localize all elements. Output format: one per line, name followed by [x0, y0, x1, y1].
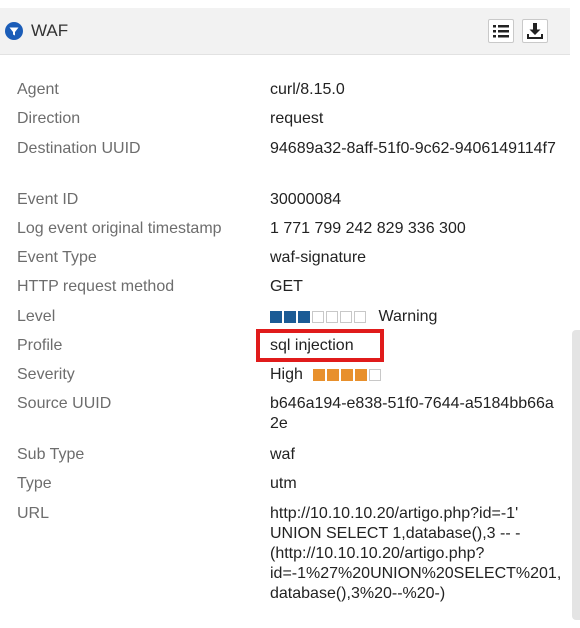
field-value: curl/8.15.0 — [270, 81, 345, 98]
severity-segment — [369, 368, 382, 381]
field-value: waf — [270, 446, 295, 463]
level-segment — [326, 310, 338, 323]
severity-segment — [313, 368, 326, 381]
level-segment — [340, 310, 352, 323]
field-label: Type — [17, 475, 52, 492]
level-segment — [312, 310, 324, 323]
field-value: waf-signature — [270, 249, 367, 266]
filter-icon — [5, 22, 23, 40]
field-label: Event Type — [17, 249, 97, 266]
field-value: GET — [270, 278, 303, 295]
field-label: Sub Type — [17, 446, 85, 463]
list-view-button[interactable] — [488, 19, 514, 43]
severity-segment — [355, 368, 368, 381]
url-value: http://10.10.10.20/artigo.php?id=-1' UNI… — [270, 505, 562, 602]
level-segment — [354, 310, 366, 323]
field-label: Severity — [17, 366, 75, 383]
field-label: Source UUID — [17, 395, 112, 412]
field-label: Profile — [17, 337, 63, 354]
download-button[interactable] — [522, 19, 548, 43]
level-segment — [270, 310, 282, 323]
field-value: utm — [270, 475, 297, 492]
field-label: URL — [17, 505, 50, 522]
level-text: Warning — [378, 308, 438, 325]
level-indicator — [270, 307, 368, 327]
field-value: 94689a32-8aff-51f0-9c62-9406149114f7 — [270, 140, 556, 157]
severity-text: High — [270, 366, 303, 383]
field-value: b646a194-e838-51f0-7644-a5184bb66a2e — [270, 395, 554, 432]
field-label: Direction — [17, 110, 81, 127]
severity-value: High — [270, 365, 562, 385]
severity-segment — [341, 368, 354, 381]
field-label: HTTP request method — [17, 278, 175, 295]
download-icon — [527, 23, 543, 39]
severity-indicator — [313, 365, 383, 385]
field-label: Level — [17, 308, 56, 325]
field-value: request — [270, 110, 324, 127]
profile-highlight-annotation — [256, 329, 384, 362]
field-label: Event ID — [17, 191, 79, 208]
level-segment — [298, 310, 310, 323]
field-label: Destination UUID — [17, 140, 141, 157]
scrollbar-thumb[interactable] — [572, 330, 580, 620]
list-icon — [493, 25, 509, 38]
level-value: Warning — [270, 307, 562, 327]
field-value: 30000084 — [270, 191, 342, 208]
field-label: Agent — [17, 81, 59, 98]
panel-header: WAF — [0, 8, 570, 55]
field-value: 1 771 799 242 829 336 300 — [270, 220, 466, 237]
level-segment — [284, 310, 296, 323]
severity-segment — [327, 368, 340, 381]
field-label: Log event original timestamp — [17, 220, 222, 237]
panel-title: WAF — [31, 21, 69, 40]
